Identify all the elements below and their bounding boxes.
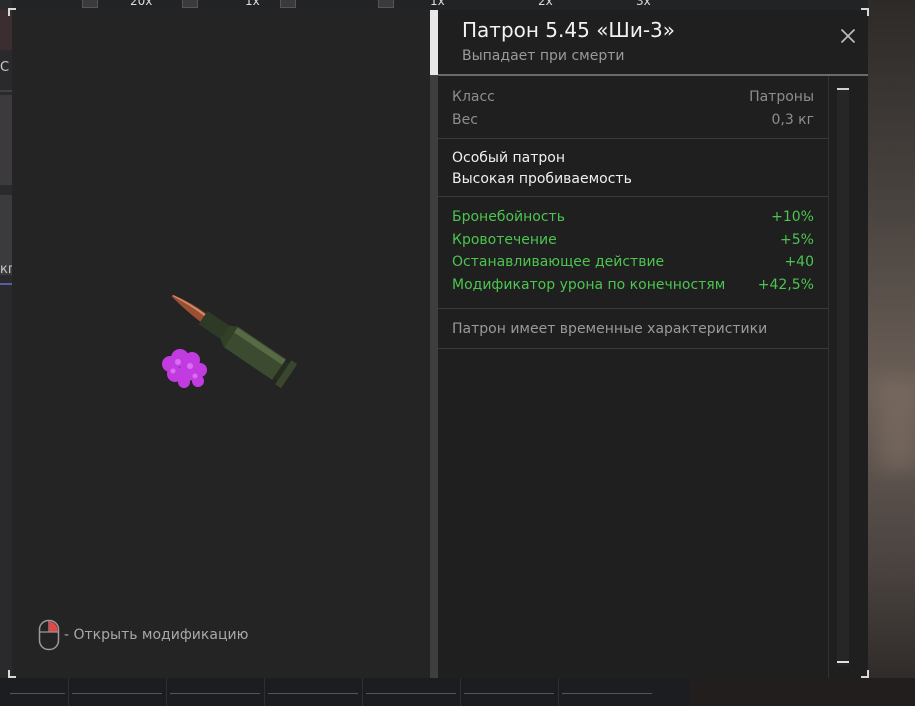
item-preview-pane: - Открыть модификацию	[12, 10, 430, 678]
scrollbar-thumb-top[interactable]	[837, 88, 849, 90]
background-inventory-top: 20x 1x 1x 2x 3x	[12, 0, 868, 10]
stat-value: +10%	[771, 209, 814, 225]
background-count: 1x	[245, 0, 260, 8]
background-inventory-bottom	[0, 678, 915, 706]
modal-corner	[861, 670, 869, 678]
item-note-section: Патрон имеет временные характеристики	[438, 309, 828, 349]
details-scrollbar[interactable]	[837, 76, 861, 678]
stat-label: Модификатор урона по конечностям	[452, 276, 726, 293]
modal-corner	[8, 670, 16, 678]
stat-row-bleeding: Кровотечение +5%	[452, 229, 814, 252]
item-info-section: Класс Патроны Вес 0,3 кг	[438, 76, 828, 139]
hint-label: - Открыть модификацию	[64, 627, 249, 643]
item-properties: Класс Патроны Вес 0,3 кг Особый патрон В…	[438, 76, 829, 678]
stat-row-stopping-power: Останавливающее действие +40	[452, 251, 814, 274]
stat-label: Бронебойность	[452, 209, 565, 225]
temporary-stats-note: Патрон имеет временные характеристики	[452, 321, 768, 337]
close-icon	[840, 28, 856, 44]
description-line: Особый патрон	[452, 150, 566, 166]
stat-row-limb-damage: Модификатор урона по конечностям +42,5%	[452, 274, 814, 297]
brain-icon	[162, 349, 207, 388]
open-modification-hint[interactable]: - Открыть модификацию	[38, 618, 248, 652]
panel-divider	[430, 10, 438, 678]
item-subtitle: Выпадает при смерти	[462, 48, 625, 64]
stat-label: Кровотечение	[452, 231, 557, 248]
stat-value: +42,5%	[757, 276, 814, 293]
info-row-class: Класс Патроны	[452, 86, 814, 109]
mouse-icon	[38, 619, 60, 651]
background-slot-letter: С	[0, 60, 10, 75]
info-value: 0,3 кг	[771, 111, 814, 128]
background-count: 20x	[130, 0, 153, 8]
background-inventory-left	[0, 0, 12, 706]
info-label: Класс	[452, 89, 495, 105]
title-accent-marker	[430, 10, 438, 75]
info-value: Патроны	[749, 89, 814, 105]
item-artwork	[162, 294, 298, 389]
info-label: Вес	[452, 111, 478, 128]
stat-label: Останавливающее действие	[452, 254, 665, 270]
modal-corner	[861, 8, 869, 16]
item-stats-section: Бронебойность +10% Кровотечение +5% Оста…	[438, 197, 828, 309]
background-scene-right	[868, 0, 915, 706]
modal-corner	[8, 8, 16, 16]
stat-value: +5%	[780, 231, 814, 248]
info-row-weight: Вес 0,3 кг	[452, 109, 814, 132]
scrollbar-thumb-bottom[interactable]	[837, 661, 849, 663]
item-description-section: Особый патрон Высокая пробиваемость	[438, 139, 828, 197]
background-count: 1x	[430, 0, 445, 8]
description-line: Высокая пробиваемость	[452, 171, 632, 187]
item-title: Патрон 5.45 «Ши-3»	[462, 18, 675, 42]
item-details-modal: - Открыть модификацию Патрон 5.45 «Ши-3»…	[12, 10, 868, 678]
close-button[interactable]	[836, 24, 860, 48]
scrollbar-track[interactable]	[837, 88, 849, 666]
item-details-pane: Патрон 5.45 «Ши-3» Выпадает при смерти К…	[438, 10, 868, 678]
background-count: 2x	[538, 0, 553, 8]
stat-row-armor-piercing: Бронебойность +10%	[452, 206, 814, 229]
stat-value: +40	[784, 254, 814, 270]
background-count: 3x	[636, 0, 651, 8]
